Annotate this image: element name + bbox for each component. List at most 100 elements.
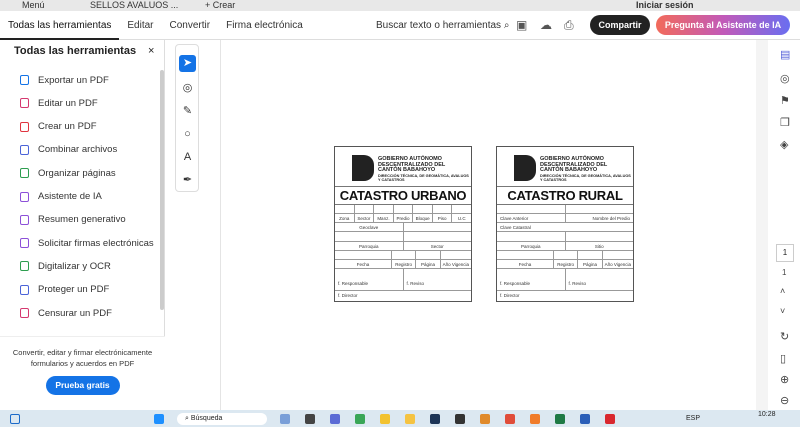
tab-convert[interactable]: Convertir: [162, 11, 219, 40]
comment-icon[interactable]: ◎: [179, 80, 196, 97]
column-label: Manz.: [374, 214, 394, 222]
create-button[interactable]: + Crear: [205, 0, 235, 11]
lasso-icon[interactable]: ○: [179, 126, 196, 143]
taskbar-app-icon[interactable]: [530, 414, 540, 424]
bookmark-icon[interactable]: ⚑: [780, 94, 790, 107]
sidebar-item-label: Asistente de IA: [38, 191, 102, 202]
taskbar-search[interactable]: ⌕ Búsqueda: [177, 413, 267, 425]
next-page-icon[interactable]: ˅: [780, 306, 785, 316]
zoom-in-icon[interactable]: ⊕: [780, 373, 789, 386]
browser-tabstrip: Menú SELLOS AVALUOS ... + Crear Iniciar …: [0, 0, 800, 11]
sidebar-item[interactable]: Censurar un PDF: [20, 306, 112, 320]
prev-page-icon[interactable]: ˄: [780, 286, 785, 296]
clock[interactable]: 10:28: [758, 411, 776, 418]
zoom-out-icon[interactable]: ⊖: [780, 394, 789, 407]
ai-assistant-button[interactable]: Pregunta al Asistente de IA: [656, 15, 790, 35]
tab-esign[interactable]: Firma electrónica: [218, 11, 311, 40]
tool-icon: [20, 214, 29, 225]
sidebar-item[interactable]: Exportar un PDF: [20, 73, 109, 87]
search-icon: ⌕: [503, 20, 510, 31]
start-icon[interactable]: [154, 414, 164, 424]
stamp-title: CATASTRO URBANO: [335, 187, 471, 205]
select-cursor-icon[interactable]: ➤: [179, 55, 196, 72]
sidebar-item[interactable]: Resumen generativo: [20, 213, 126, 227]
free-trial-button[interactable]: Prueba gratis: [45, 376, 120, 395]
document-tab[interactable]: SELLOS AVALUOS ...: [90, 0, 178, 11]
stamp-rural: GOBIERNO AUTÓNOMO DESCENTRALIZADO DEL CANT…: [496, 146, 634, 302]
taskbar-app-icon[interactable]: [480, 414, 490, 424]
page-number-input[interactable]: 1: [776, 244, 794, 262]
tool-icon: [20, 308, 29, 318]
sidebar-item[interactable]: Editar un PDF: [20, 96, 98, 110]
taskbar-app-icon[interactable]: [455, 414, 465, 424]
sidebar-title: Todas las herramientas: [14, 45, 137, 57]
close-icon[interactable]: ×: [148, 45, 154, 57]
sidebar-item[interactable]: Asistente de IA: [20, 190, 102, 204]
sidebar-item[interactable]: Organizar páginas: [20, 166, 116, 180]
column-label: Zona: [335, 214, 355, 222]
main-toolbar: Todas las herramientas Editar Convertir …: [0, 11, 800, 40]
share-button[interactable]: Compartir: [590, 15, 650, 35]
sidebar-footer: Convertir, editar y firmar electrónicame…: [0, 336, 165, 410]
upload-cloud-icon[interactable]: ☁: [540, 18, 552, 32]
column-label: U.C: [457, 216, 466, 221]
sidebar-item-label: Proteger un PDF: [38, 284, 110, 296]
language-indicator[interactable]: ESP: [686, 415, 700, 422]
sidebar-item-label: Crear un PDF: [38, 121, 97, 133]
text-box-icon[interactable]: A: [179, 149, 196, 166]
right-rail: ▤ ◎ ⚑ ❐ ◈ 1 1 ˄ ˅ ↻ ▯ ⊕ ⊖: [772, 40, 800, 410]
ai-summary-icon[interactable]: ▤: [780, 48, 790, 61]
taskbar-app-icon[interactable]: [280, 414, 290, 424]
taskbar-app-icon[interactable]: [405, 414, 415, 424]
stamp-title: CATASTRO RURAL: [497, 187, 633, 205]
stamp-urban: GOBIERNO AUTÓNOMO DESCENTRALIZADO DEL CANT…: [334, 146, 472, 302]
taskbar-app-icon[interactable]: [605, 414, 615, 424]
taskbar-app-icon[interactable]: [305, 414, 315, 424]
taskbar-app-icon[interactable]: [580, 414, 590, 424]
taskbar-app-icon[interactable]: [330, 414, 340, 424]
sidebar-item[interactable]: Proteger un PDF: [20, 283, 109, 297]
tool-icon: [20, 168, 29, 179]
sidebar-item[interactable]: Crear un PDF: [20, 120, 97, 134]
tool-icon: [20, 144, 29, 155]
sidebar-item-label: Exportar un PDF: [38, 74, 109, 86]
taskbar-app-icon[interactable]: [430, 414, 440, 424]
rotate-icon[interactable]: ↻: [780, 330, 789, 343]
municipal-logo: GOBIERNO AUTÓNOMO DESCENTRALIZADO DEL CANT…: [335, 147, 471, 187]
promo-text: Convertir, editar y firmar electrónicame…: [12, 348, 153, 368]
sidebar-scrollbar[interactable]: [160, 70, 164, 310]
all-tools-sidebar: Todas las herramientas × Exportar un PDF…: [0, 40, 165, 410]
tab-edit[interactable]: Editar: [119, 11, 161, 40]
taskbar-app-icon[interactable]: [555, 414, 565, 424]
taskbar-app-icon[interactable]: [505, 414, 515, 424]
search-tools[interactable]: Buscar texto o herramientas ⌕: [376, 11, 509, 40]
taskbar-app-icon[interactable]: [380, 414, 390, 424]
tab-all-tools[interactable]: Todas las herramientas: [0, 11, 120, 40]
column-label: Sector: [355, 214, 375, 222]
column-label: Predio: [394, 214, 414, 222]
sign-icon[interactable]: ✒: [179, 172, 196, 189]
menu-button[interactable]: Menú: [22, 0, 45, 11]
pages-icon[interactable]: ❐: [780, 116, 790, 129]
windows-taskbar: ⌕ Búsqueda ESP 10:28: [0, 410, 800, 427]
tool-icon: [20, 75, 29, 85]
municipal-logo: GOBIERNO AUTÓNOMO DESCENTRALIZADO DEL CANT…: [497, 147, 633, 187]
document-scrollbar[interactable]: [756, 40, 768, 410]
widgets-icon[interactable]: [10, 414, 20, 424]
page-fit-icon[interactable]: ▯: [780, 352, 786, 365]
sidebar-item-label: Censurar un PDF: [38, 307, 112, 319]
pen-icon[interactable]: ✎: [179, 103, 196, 120]
sidebar-item[interactable]: Digitalizar y OCR: [20, 259, 111, 273]
print-icon[interactable]: ⎙: [564, 18, 574, 33]
signin-link[interactable]: Iniciar sesión: [636, 0, 694, 11]
sidebar-item[interactable]: Solicitar firmas electrónicas: [20, 236, 154, 250]
comments-icon[interactable]: ◎: [780, 72, 790, 85]
taskbar-app-icon[interactable]: [355, 414, 365, 424]
sidebar-item[interactable]: Combinar archivos: [20, 143, 117, 157]
layers-icon[interactable]: ◈: [780, 138, 788, 151]
save-icon[interactable]: ▣: [516, 18, 527, 32]
sidebar-item-label: Combinar archivos: [38, 144, 118, 156]
tool-icon: [20, 121, 29, 132]
tool-icon: [20, 261, 29, 272]
column-label: Bloque: [413, 214, 433, 222]
